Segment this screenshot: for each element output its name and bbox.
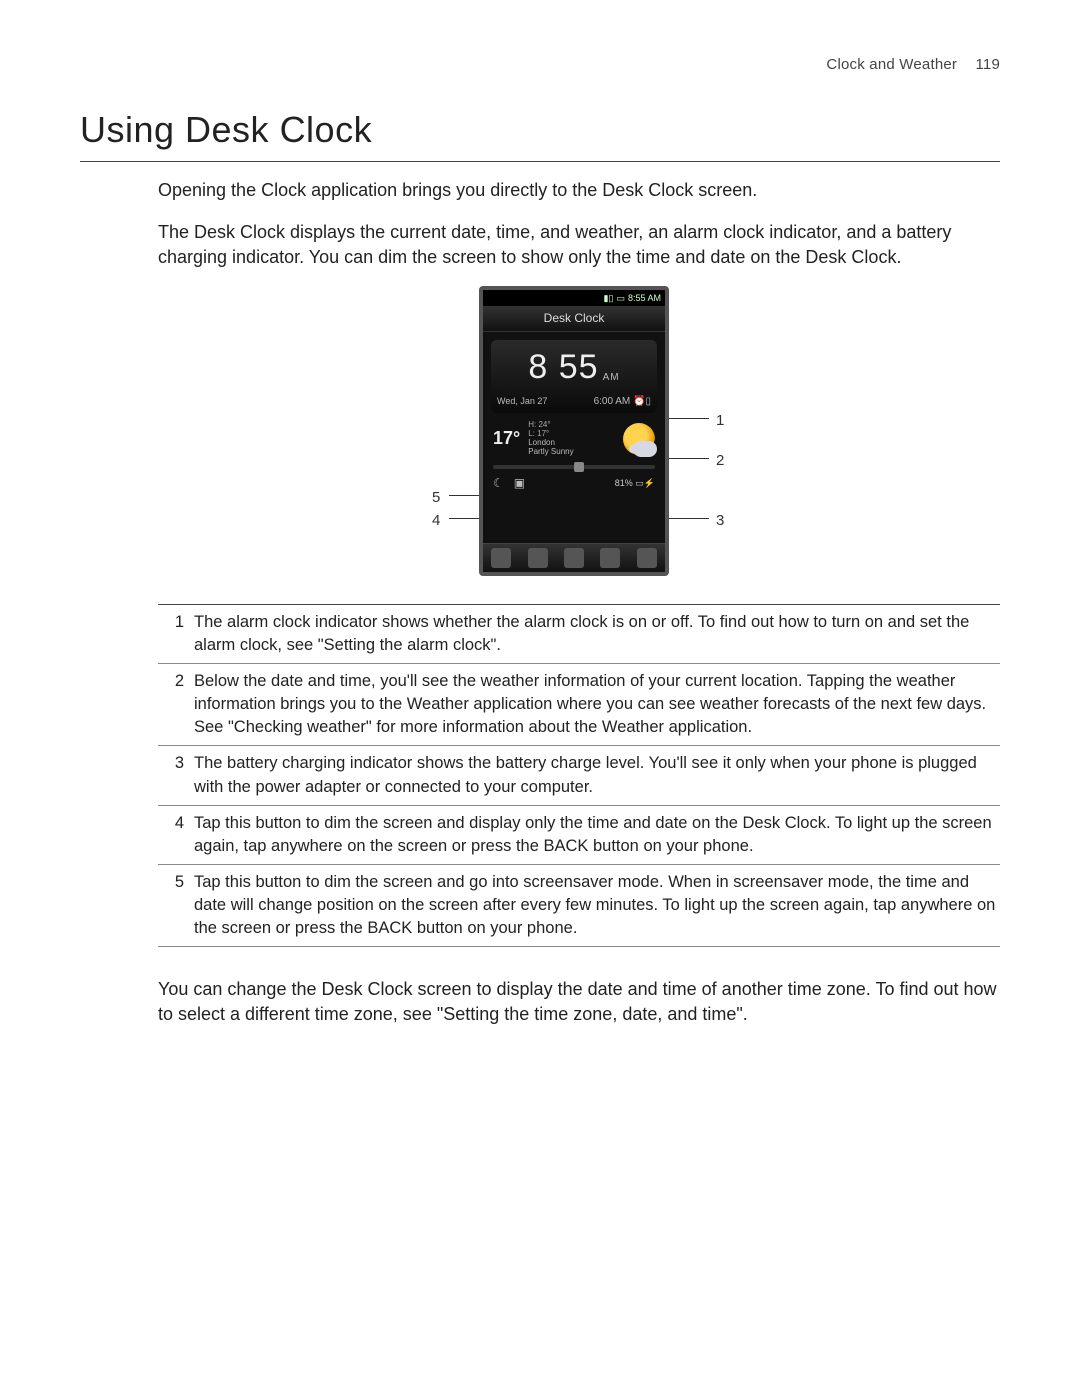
callout-line-3	[669, 518, 709, 519]
desk-clock-figure: 1 2 3 4 5 ▮▯ ▭ 8:55 AM Desk Clock 8 55	[404, 286, 754, 586]
condition: Partly Sunny	[528, 448, 573, 457]
table-row: 3 The battery charging indicator shows t…	[158, 746, 1000, 805]
row-text: Below the date and time, you'll see the …	[194, 670, 1000, 739]
weather-block[interactable]: 17° H: 24° L: 17° London Partly Sunny	[491, 417, 657, 460]
page-header: Clock and Weather 119	[80, 54, 1000, 75]
callout-label-1: 1	[716, 410, 724, 431]
date-line: Wed, Jan 27 6:00 AM ⏰▯	[497, 395, 651, 409]
tab-deskclock-icon[interactable]	[491, 548, 511, 568]
table-row: 1 The alarm clock indicator shows whethe…	[158, 605, 1000, 664]
tab-alarm-icon[interactable]	[564, 548, 584, 568]
status-time: 8:55 AM	[628, 292, 661, 305]
app-title: Desk Clock	[483, 306, 665, 332]
callout-label-3: 3	[716, 510, 724, 531]
intro-para-1: Opening the Clock application brings you…	[158, 178, 1000, 203]
callout-line-2	[669, 458, 709, 459]
phone-screenshot: ▮▯ ▭ 8:55 AM Desk Clock 8 55 AM Wed, Jan…	[479, 286, 669, 576]
row-number: 5	[158, 871, 194, 940]
weather-icon	[623, 423, 655, 455]
big-time-digits: 8 55	[528, 344, 598, 392]
callout-label-5: 5	[432, 487, 440, 508]
dim-icon[interactable]: ☾	[493, 475, 504, 492]
row-text: Tap this button to dim the screen and di…	[194, 812, 1000, 858]
tab-worldclock-icon[interactable]	[528, 548, 548, 568]
row-number: 4	[158, 812, 194, 858]
row-number: 3	[158, 752, 194, 798]
row-text: Tap this button to dim the screen and go…	[194, 871, 1000, 940]
table-row: 2 Below the date and time, you'll see th…	[158, 664, 1000, 746]
row-number: 2	[158, 670, 194, 739]
battery-indicator: 81% ▭⚡	[615, 477, 655, 490]
title-rule	[80, 161, 1000, 162]
alarm-indicator: 6:00 AM ⏰▯	[594, 395, 651, 409]
manual-page: Clock and Weather 119 Using Desk Clock O…	[0, 0, 1080, 1397]
row-text: The battery charging indicator shows the…	[194, 752, 1000, 798]
big-time: 8 55 AM	[497, 344, 651, 392]
table-row: 5 Tap this button to dim the screen and …	[158, 865, 1000, 947]
tab-timer-icon[interactable]	[637, 548, 657, 568]
signal-icon: ▮▯	[604, 292, 614, 305]
callout-label-2: 2	[716, 450, 724, 471]
section-name: Clock and Weather	[826, 56, 957, 73]
alarm-time: 6:00 AM	[594, 396, 631, 407]
temperature: 17°	[493, 426, 520, 451]
battery-percent: 81%	[615, 478, 633, 488]
row-number: 1	[158, 611, 194, 657]
table-row: 4 Tap this button to dim the screen and …	[158, 806, 1000, 865]
controls-row: ☾ ▣ 81% ▭⚡	[493, 475, 655, 492]
page-title: Using Desk Clock	[80, 105, 1000, 155]
callout-label-4: 4	[432, 510, 440, 531]
closing-para: You can change the Desk Clock screen to …	[158, 977, 1000, 1027]
callout-table: 1 The alarm clock indicator shows whethe…	[158, 604, 1000, 947]
callout-line-1	[669, 418, 709, 419]
row-text: The alarm clock indicator shows whether …	[194, 611, 1000, 657]
body: Opening the Clock application brings you…	[158, 178, 1000, 1027]
battery-icon: ▭	[616, 292, 625, 305]
clock-block: 8 55 AM Wed, Jan 27 6:00 AM ⏰▯	[491, 340, 657, 414]
big-time-ampm: AM	[603, 371, 620, 385]
dock-icon[interactable]: ▣	[514, 475, 525, 492]
page-number: 119	[975, 56, 1000, 73]
status-bar: ▮▯ ▭ 8:55 AM	[483, 290, 665, 306]
tab-stopwatch-icon[interactable]	[600, 548, 620, 568]
brightness-slider[interactable]	[493, 465, 655, 469]
bottom-tab-bar	[483, 543, 665, 572]
intro-para-2: The Desk Clock displays the current date…	[158, 220, 1000, 270]
date-text: Wed, Jan 27	[497, 395, 547, 409]
